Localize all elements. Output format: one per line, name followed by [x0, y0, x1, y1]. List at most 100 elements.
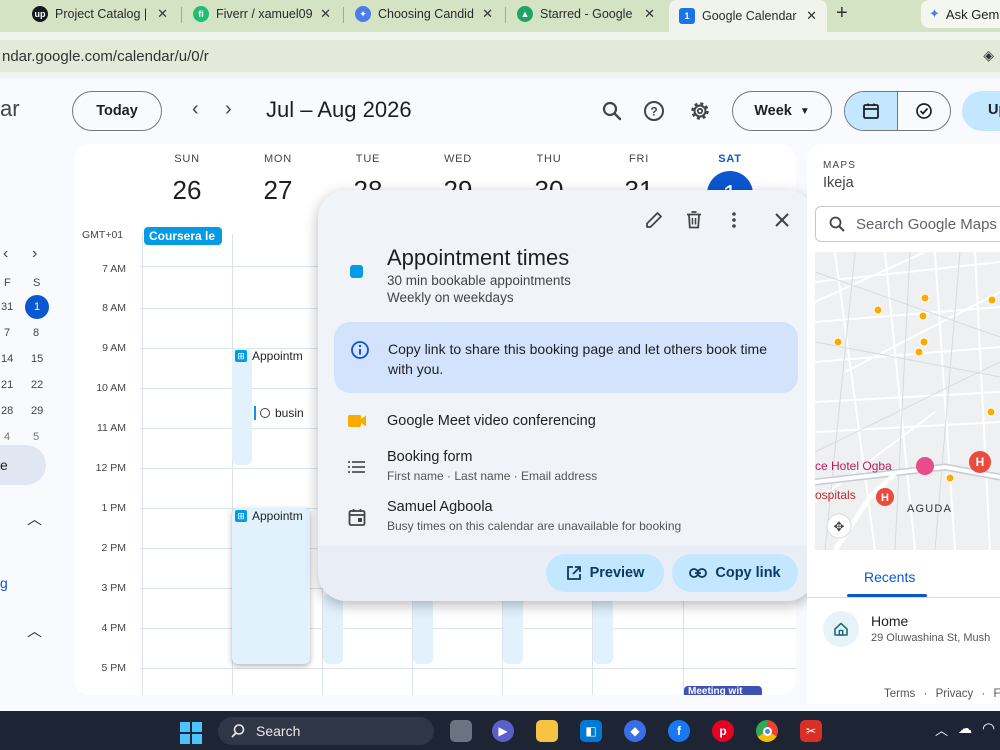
snipping-tool-icon[interactable]: ✂	[800, 720, 822, 742]
maps-search-input[interactable]: Search Google Maps	[815, 206, 1000, 242]
microsoft-store-icon[interactable]: ◧	[580, 720, 602, 742]
search-icon[interactable]	[600, 99, 624, 123]
appointment-block-afternoon[interactable]	[232, 508, 310, 664]
network-icon[interactable]: ☁	[958, 720, 972, 737]
view-selector-button[interactable]: Week ▼	[732, 91, 832, 131]
close-tab-icon[interactable]: ✕	[157, 6, 168, 22]
copilot-icon[interactable]: ◆	[624, 720, 646, 742]
close-tab-icon[interactable]: ✕	[320, 6, 331, 22]
mini-calendar-day[interactable]: 29	[31, 405, 43, 417]
chrome-icon[interactable]	[756, 720, 778, 742]
appointment-block-fri[interactable]	[593, 594, 613, 664]
chevron-up-icon[interactable]: ︿	[27, 508, 42, 529]
settings-icon[interactable]	[688, 99, 712, 123]
mini-calendar-day[interactable]: 4	[4, 431, 10, 443]
more-options-icon[interactable]	[723, 209, 745, 231]
previous-week-button[interactable]: ‹	[192, 98, 199, 121]
calendar-brand: ar	[0, 96, 20, 121]
windows-start-icon[interactable]	[180, 722, 202, 744]
meeting-event[interactable]: Meeting wit	[684, 686, 762, 695]
mini-calendar-day[interactable]: 15	[31, 353, 43, 365]
edit-icon[interactable]	[643, 209, 665, 231]
ask-gemini-button[interactable]: ✦ Ask Gem	[921, 0, 1000, 28]
close-tab-icon[interactable]: ✕	[644, 6, 655, 22]
map-view[interactable]: H H ✥ ce Hotel Ogba ospitals AGUDA	[815, 252, 1000, 550]
appointment-popover: Appointment times 30 min bookable appoin…	[318, 190, 815, 601]
url-field[interactable]: ndar.google.com/calendar/u/0/r	[0, 40, 1000, 72]
open-external-icon	[566, 566, 581, 580]
map-place-hotel[interactable]: ce Hotel Ogba	[815, 459, 892, 473]
wifi-icon[interactable]: ◠	[982, 719, 995, 737]
mini-calendar-day[interactable]: 22	[31, 379, 43, 391]
close-tab-icon[interactable]: ✕	[482, 6, 493, 22]
mini-calendar-next-button[interactable]: ›	[32, 245, 37, 263]
next-week-button[interactable]: ›	[225, 98, 232, 121]
tab-google-calendar[interactable]: 1 Google Calendar ✕	[669, 0, 827, 32]
chevron-up-icon[interactable]: ︿	[27, 620, 42, 641]
tab-google-drive[interactable]: ▲ Starred - Google ✕	[507, 0, 665, 28]
google-drive-icon: ▲	[517, 6, 533, 22]
today-button[interactable]: Today	[72, 91, 162, 131]
map-place-hospital[interactable]: ospitals	[815, 488, 856, 502]
delete-icon[interactable]	[683, 209, 705, 231]
appointment-block-thu[interactable]	[503, 594, 523, 664]
tab-fiverr[interactable]: fi Fiverr / xamuel09 ✕	[183, 0, 341, 28]
search-icon	[829, 216, 845, 232]
sidebar-link[interactable]: g	[0, 575, 8, 591]
mini-calendar-day[interactable]: 5	[33, 431, 39, 443]
day-header-sun[interactable]: SUN 26	[142, 153, 232, 206]
privacy-link[interactable]: Privacy	[936, 688, 974, 700]
close-tab-icon[interactable]: ✕	[806, 8, 817, 24]
mini-calendar-day[interactable]: 31	[1, 301, 13, 313]
upgrade-button[interactable]: Up	[962, 91, 1000, 131]
system-tray-chevron-icon[interactable]: ︿	[935, 720, 948, 739]
new-tab-button[interactable]: +	[836, 2, 848, 25]
mini-calendar-day[interactable]: 28	[1, 405, 13, 417]
facebook-icon[interactable]: f	[668, 720, 690, 742]
tab-project-catalog[interactable]: up Project Catalog | ✕	[22, 0, 178, 28]
calendar-view-toggle[interactable]	[845, 92, 898, 130]
appointment-event-afternoon[interactable]: ⊞ Appointm	[235, 509, 303, 523]
help-icon[interactable]: ?	[642, 99, 666, 123]
extension-icon[interactable]: ◈	[983, 47, 994, 64]
saved-place-title[interactable]: Home	[871, 613, 908, 629]
maps-panel-label: MAPS	[823, 160, 857, 171]
mini-calendar-weekday: F	[4, 277, 11, 289]
sidebar-selected-item[interactable]: e	[0, 445, 46, 485]
mini-calendar-prev-button[interactable]: ‹	[3, 245, 8, 263]
task-view-icon[interactable]	[450, 720, 472, 742]
mini-calendar-day[interactable]: 21	[1, 379, 13, 391]
day-number[interactable]: 26	[142, 175, 232, 206]
pinterest-icon[interactable]: p	[712, 720, 734, 742]
tasks-view-toggle[interactable]	[898, 92, 950, 130]
mini-calendar-day[interactable]: 8	[33, 327, 39, 339]
all-day-event[interactable]: Coursera le	[144, 227, 222, 245]
mini-calendar-day[interactable]: 7	[4, 327, 10, 339]
business-event[interactable]: busin	[254, 406, 304, 420]
mini-calendar-day[interactable]: 14	[1, 353, 13, 365]
close-icon[interactable]	[771, 209, 793, 231]
svg-text:H: H	[881, 492, 889, 504]
terms-link[interactable]: Terms	[884, 688, 915, 700]
time-label: 12 PM	[95, 462, 126, 474]
day-number[interactable]: 27	[233, 175, 323, 206]
appointment-block-morning[interactable]	[232, 348, 252, 465]
appointment-block-tue[interactable]	[323, 594, 343, 664]
taskbar-search[interactable]: Search	[218, 717, 434, 745]
tab-choosing-candidates[interactable]: ✦ Choosing Candid ✕	[345, 0, 503, 28]
copy-link-button[interactable]: Copy link	[672, 554, 798, 592]
preview-button[interactable]: Preview	[546, 554, 664, 592]
check-circle-icon	[916, 103, 932, 119]
day-header-mon[interactable]: MON 27	[233, 153, 323, 206]
file-explorer-icon[interactable]	[536, 720, 558, 742]
mini-calendar-day-today[interactable]: 1	[25, 295, 49, 319]
day-name: SAT	[718, 153, 742, 165]
tab-recents[interactable]: Recents	[864, 569, 915, 585]
feedback-link[interactable]: F	[994, 688, 1000, 700]
appointment-block-wed[interactable]	[413, 594, 433, 664]
appointment-event-morning[interactable]: ⊞ Appointm	[235, 349, 303, 363]
event-calendar-icon	[348, 509, 366, 526]
day-name: THU	[536, 153, 562, 165]
teams-icon[interactable]: ▶	[492, 720, 514, 742]
google-meet-icon	[348, 415, 366, 427]
